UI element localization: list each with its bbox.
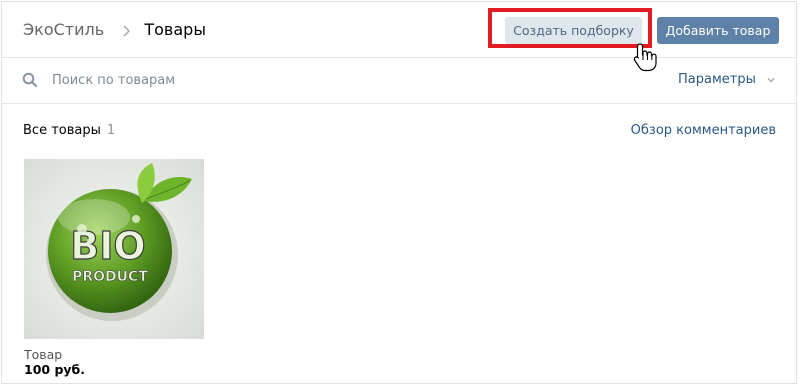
parameters-dropdown[interactable]: Параметры (678, 72, 776, 87)
market-card: ЭкоСтиль Товары Создать подборку Добавит… (1, 1, 797, 384)
product-name[interactable]: Товар (24, 347, 62, 362)
product-price: 100 руб. (24, 362, 86, 377)
add-product-button[interactable]: Добавить товар (657, 17, 779, 44)
breadcrumb: ЭкоСтиль Товары (23, 19, 206, 41)
search-bar: Параметры (2, 58, 796, 104)
chevron-down-icon (767, 77, 775, 82)
hand-cursor-icon (633, 43, 657, 72)
chevron-right-icon (123, 24, 131, 37)
product-logo-text: PRODUCT (72, 269, 148, 285)
search-input[interactable] (52, 70, 452, 90)
page-header: ЭкоСтиль Товары Создать подборку Добавит… (2, 2, 796, 58)
create-collection-button[interactable]: Создать подборку (505, 17, 642, 44)
breadcrumb-community-link[interactable]: ЭкоСтиль (23, 20, 104, 39)
search-icon (22, 72, 38, 88)
product-image[interactable]: BIO PRODUCT (24, 159, 204, 339)
section-title: Все товары (23, 123, 101, 138)
product-card[interactable]: BIO PRODUCT Товар 100 руб. (24, 159, 204, 377)
page-title: Товары (144, 20, 206, 39)
product-count: 1 (106, 123, 116, 138)
review-comments-link[interactable]: Обзор комментариев (631, 123, 776, 138)
parameters-label: Параметры (678, 72, 756, 87)
section-heading: Все товары 1 (23, 123, 115, 138)
